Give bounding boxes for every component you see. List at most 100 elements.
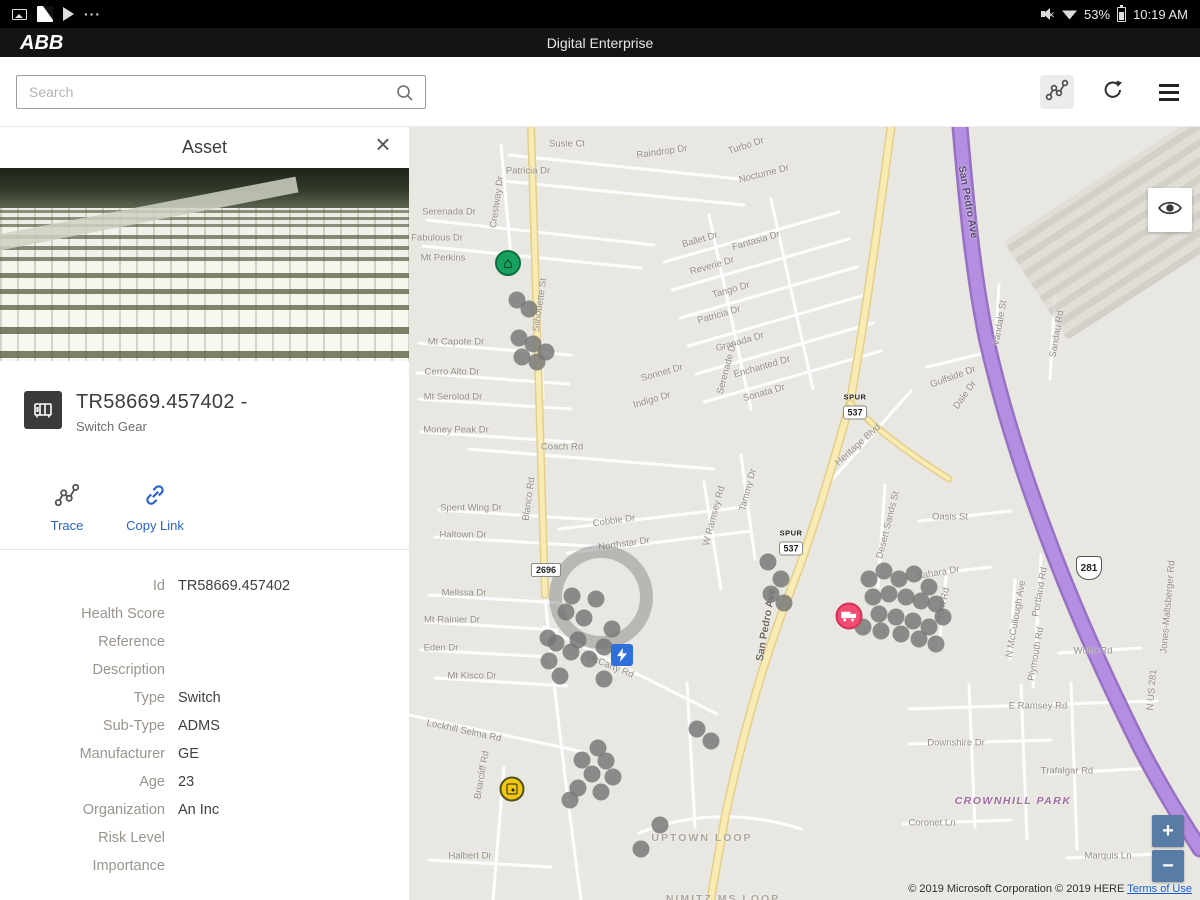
detail-label: Manufacturer (0, 746, 165, 762)
spur-route-badge: SPUR537 (779, 523, 803, 556)
menu-button[interactable] (1152, 75, 1186, 109)
detail-label: Reference (0, 634, 165, 650)
asset-dot-marker[interactable] (570, 632, 587, 649)
asset-details-list: IdTR58669.457402Health ScoreReferenceDes… (0, 550, 409, 880)
detail-label: Sub-Type (0, 718, 165, 734)
trace-icon (53, 482, 81, 513)
truck-marker[interactable] (836, 603, 863, 630)
detail-row: Sub-TypeADMS (0, 712, 409, 740)
street-label: Mt Serolod Dr (424, 392, 483, 403)
app-title: Digital Enterprise (0, 35, 1200, 51)
asset-dot-marker[interactable] (598, 753, 615, 770)
asset-dot-marker[interactable] (588, 591, 605, 608)
battery-percent: 53% (1084, 7, 1110, 22)
street-label: Susie Ct (549, 139, 585, 150)
asset-type: Switch Gear (76, 419, 248, 434)
trace-mode-button[interactable] (1040, 75, 1074, 109)
street-label: Mt Rainier Dr (424, 615, 480, 626)
asset-dot-marker[interactable] (581, 651, 598, 668)
street-label: Money Peak Dr (423, 425, 488, 436)
asset-name: TR58669.457402 - (76, 391, 248, 414)
asset-dot-marker[interactable] (760, 554, 777, 571)
asset-dot-marker[interactable] (935, 609, 952, 626)
asset-dot-marker[interactable] (911, 631, 928, 648)
spur-route-badge: SPUR537 (843, 387, 867, 420)
asset-dot-marker[interactable] (906, 566, 923, 583)
detail-value: GE (178, 746, 199, 762)
asset-dot-marker[interactable] (541, 653, 558, 670)
home-icon: ⌂ (495, 250, 521, 276)
asset-dot-marker[interactable] (773, 571, 790, 588)
meter-marker[interactable] (500, 777, 525, 802)
street-label: Halbert Dr (448, 851, 491, 862)
asset-dot-marker[interactable] (552, 668, 569, 685)
asset-dot-marker[interactable] (873, 623, 890, 640)
refresh-button[interactable] (1096, 75, 1130, 109)
asset-dot-marker[interactable] (888, 609, 905, 626)
zoom-out-button[interactable]: − (1152, 850, 1184, 882)
asset-dot-marker[interactable] (540, 630, 557, 647)
detail-row: Age23 (0, 768, 409, 796)
search-box[interactable] (16, 75, 426, 109)
asset-dot-marker[interactable] (928, 636, 945, 653)
search-input[interactable] (17, 76, 425, 108)
detail-row: Importance (0, 852, 409, 880)
asset-dot-marker[interactable] (865, 589, 882, 606)
wifi-icon (1062, 9, 1077, 20)
bolt-marker[interactable] (611, 644, 633, 666)
detail-row: Health Score (0, 600, 409, 628)
detail-row: Risk Level (0, 824, 409, 852)
close-icon[interactable]: × (369, 131, 397, 157)
asset-dot-marker[interactable] (871, 606, 888, 623)
terms-of-use-link[interactable]: Terms of Use (1127, 883, 1192, 895)
asset-dot-marker[interactable] (604, 621, 621, 638)
detail-value: TR58669.457402 (178, 578, 290, 594)
asset-dot-marker[interactable] (605, 769, 622, 786)
detail-label: Id (0, 578, 165, 594)
meter-icon (500, 777, 525, 802)
street-label: Serenada Dr (422, 207, 476, 218)
trace-icon (1045, 78, 1069, 107)
detail-row: TypeSwitch (0, 684, 409, 712)
asset-dot-marker[interactable] (593, 784, 610, 801)
asset-dot-marker[interactable] (584, 766, 601, 783)
truck-icon (836, 603, 863, 630)
asset-dot-marker[interactable] (596, 639, 613, 656)
home-marker[interactable]: ⌂ (495, 250, 521, 276)
map-attribution: © 2019 Microsoft Corporation © 2019 HERE… (908, 883, 1192, 895)
trace-button[interactable]: Trace (36, 482, 98, 533)
asset-dot-marker[interactable] (576, 610, 593, 627)
asset-dot-marker[interactable] (521, 301, 538, 318)
street-label: Coach Rd (541, 442, 583, 453)
layer-visibility-button[interactable] (1148, 188, 1192, 232)
asset-panel: Asset × TR58669.457402 - Switch Gear (0, 127, 409, 900)
eye-icon (1157, 195, 1183, 226)
asset-dot-marker[interactable] (562, 792, 579, 809)
asset-dot-marker[interactable] (893, 626, 910, 643)
asset-dot-marker[interactable] (558, 604, 575, 621)
route-badge: 2696 (531, 563, 561, 577)
asset-dot-marker[interactable] (905, 613, 922, 630)
street-label: CROWNHILL PARK (955, 795, 1072, 807)
asset-dot-marker[interactable] (881, 586, 898, 603)
asset-dot-marker[interactable] (564, 588, 581, 605)
street-label: Spent Wing Dr (440, 503, 502, 514)
asset-dot-marker[interactable] (703, 733, 720, 750)
lightning-icon (611, 644, 633, 666)
map-canvas[interactable]: Susie CtPatricia DrRaindrop DrTurbo DrNo… (409, 127, 1200, 900)
zoom-in-button[interactable]: + (1152, 815, 1184, 847)
detail-label: Health Score (0, 606, 165, 622)
asset-dot-marker[interactable] (776, 595, 793, 612)
asset-dot-marker[interactable] (529, 354, 546, 371)
refresh-icon (1101, 78, 1125, 107)
street-label: Mt Capote Dr (428, 337, 485, 348)
copy-link-button[interactable]: Copy Link (124, 482, 186, 533)
clock: 10:19 AM (1133, 7, 1188, 22)
trace-label: Trace (51, 518, 84, 533)
screenshot-icon (37, 6, 53, 22)
asset-dot-marker[interactable] (689, 721, 706, 738)
asset-dot-marker[interactable] (652, 817, 669, 834)
search-icon (395, 83, 415, 108)
asset-dot-marker[interactable] (596, 671, 613, 688)
asset-dot-marker[interactable] (633, 841, 650, 858)
